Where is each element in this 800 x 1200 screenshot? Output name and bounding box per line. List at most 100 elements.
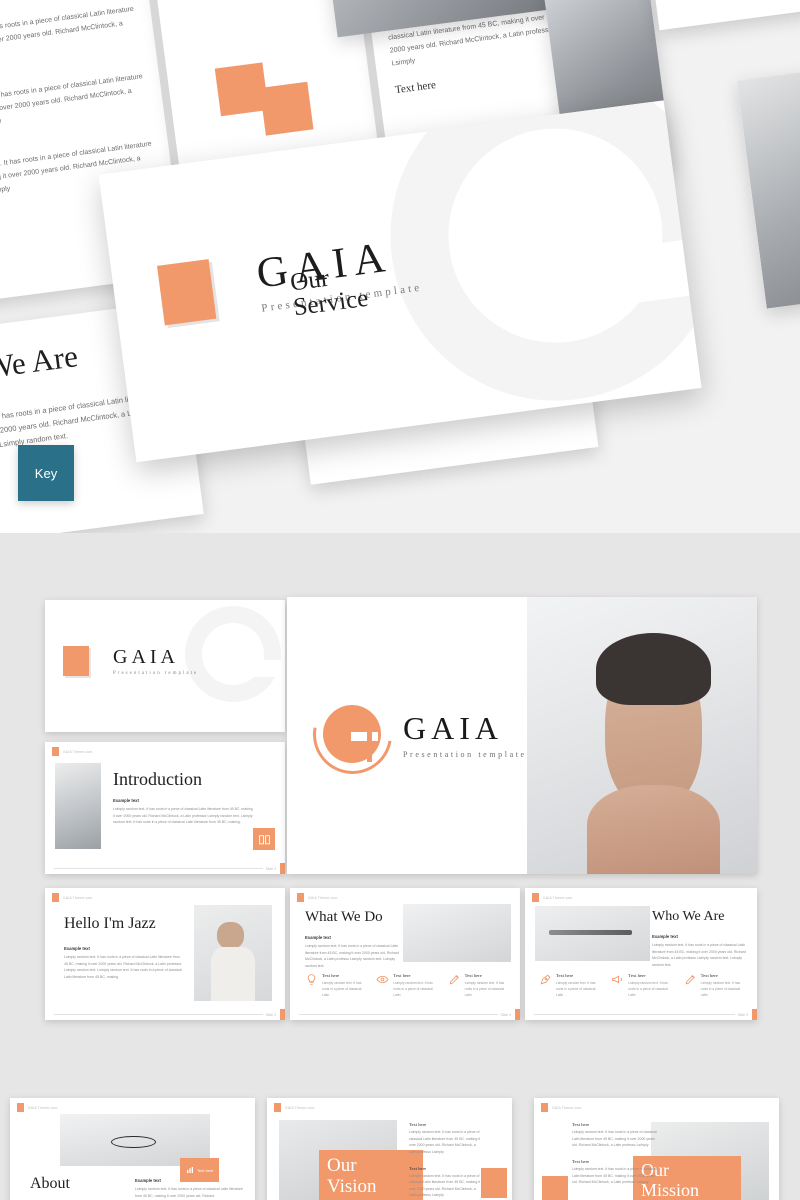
feature-heading: Text here (556, 972, 574, 978)
gallery-slide-our-mission[interactable]: GAIA Theme.com Our Mission Text here Lsi… (534, 1098, 779, 1200)
gallery-slide-introduction[interactable]: GAIA Theme.com Introduction Example text… (45, 742, 285, 874)
gallery-slide-hello-jazz[interactable]: GAIA Theme.com Hello I'm Jazz Example te… (45, 888, 285, 1020)
slide-header: GAIA Theme.com (525, 888, 757, 902)
block-body: Lsimply random text. It has roots in a p… (409, 1130, 480, 1154)
pen-nib-icon (539, 973, 552, 986)
accent-square (274, 1103, 281, 1112)
slide-eyebrow: Example text (652, 934, 678, 939)
slide-header: GAIA Theme.com (534, 1098, 779, 1112)
laptop-photo (403, 904, 511, 962)
feature-body: Lsimply random text. It has roots in a p… (628, 980, 668, 997)
key-badge-label: Key (34, 465, 58, 481)
gallery-slide-who-we-are[interactable]: GAIA Theme.com Who We Are Example text L… (525, 888, 757, 1020)
slide-header: GAIA Theme.com (45, 888, 285, 902)
eye-icon (376, 973, 389, 986)
gallery-slide-cover[interactable]: GAIA Presentation template (45, 600, 285, 732)
slide-header: GAIA Theme.com (45, 742, 285, 756)
block-body: Lsimply random text. It has roots in a p… (572, 1166, 657, 1185)
gaia-logo-mark (297, 679, 407, 789)
pencil-icon (684, 973, 697, 986)
accent-square (156, 258, 217, 325)
feature-heading: Text here (628, 972, 646, 978)
hero-slide-profile[interactable]: Our Example text Lsimply random text. It… (736, 49, 800, 309)
slide-number: Slide 5 (737, 1012, 748, 1017)
slide-body: Lsimply random text. It has roots in a p… (113, 807, 253, 825)
block-heading: Text here (572, 1158, 590, 1164)
accent-square (297, 893, 304, 902)
slide-body: Lsimply random text. It has roots in a p… (64, 955, 182, 979)
text-block: Text here Lsimply random text. It has ro… (572, 1122, 660, 1149)
slide-gallery: GAIA Presentation template GAIA Theme.co… (0, 533, 800, 1200)
slide-eyebrow: Example text (113, 798, 139, 803)
site-label: GAIA Theme.com (552, 1105, 582, 1110)
footer-tab (752, 1009, 757, 1020)
slide-header: GAIA Theme.com (10, 1098, 255, 1112)
logo-stem (366, 731, 372, 762)
slide-header: GAIA Theme.com (267, 1098, 512, 1112)
accent-square (532, 893, 539, 902)
feature-body: Lsimply random text. It has roots in a p… (464, 980, 505, 997)
feature-body: Lsimply random text. It has roots in a p… (322, 980, 362, 997)
footer-tab (280, 1009, 285, 1020)
footer-tab (280, 863, 285, 874)
slide-title: About (30, 1175, 70, 1192)
profile-photo (736, 62, 800, 309)
block-heading: Text here (409, 1122, 427, 1127)
cover-title: GAIA (113, 646, 179, 668)
site-label: GAIA Theme.com (28, 1105, 58, 1110)
logo-notch (350, 731, 378, 741)
slide-footer: Slide 4 (290, 1009, 520, 1020)
slide-eyebrow: Example text (305, 935, 331, 940)
footer-rule (534, 1014, 735, 1015)
gallery-slide-our-vision[interactable]: GAIA Theme.com Our Vision Text here Lsim… (267, 1098, 512, 1200)
footer-rule (54, 1014, 263, 1015)
feature-item: Text here Lsimply random text. It has ro… (684, 973, 747, 998)
text-block: Text here Lsimply random text. It has ro… (409, 1166, 480, 1200)
slide-title: Introduction (113, 769, 202, 789)
slide-number: Slide 3 (265, 1012, 276, 1017)
feature-item: Text here Lsimply random text. It has ro… (376, 973, 438, 998)
accent-square (63, 646, 89, 676)
feature-body: Lsimply random text. It has roots in a p… (556, 980, 596, 997)
slide-footer: Slide 2 (45, 863, 285, 874)
block-heading: Text here (572, 1122, 590, 1127)
feature-title: GAIA (403, 709, 503, 746)
hero-slide-skills[interactable]: Text here Lsimply random text. It has ro… (628, 0, 800, 31)
block-body: Lsimply random text. It has roots in a p… (572, 1130, 657, 1148)
slide-number: Slide 2 (265, 866, 276, 871)
site-label: GAIA Theme.com (308, 895, 338, 900)
block-heading: Text here (409, 1165, 427, 1171)
footer-tab (515, 1009, 520, 1020)
book-icon (253, 828, 275, 850)
footer-rule (299, 1014, 498, 1015)
slide-footer: Slide 3 (45, 1009, 285, 1020)
gallery-slide-feature-main[interactable]: GAIA Presentation template (287, 597, 757, 874)
text-block: Text here Lsimply random text. It has ro… (409, 1122, 480, 1156)
megaphone-icon (611, 973, 624, 986)
feature-subtitle: Presentation template (403, 749, 527, 759)
key-badge[interactable]: Key (18, 445, 74, 501)
slide-title: Hello I'm Jazz (64, 915, 156, 932)
feature-body: Lsimply random text. It has roots in a p… (393, 980, 433, 997)
feature-item: Text here Lsimply random text. It has ro… (305, 973, 367, 998)
slide-body: Lsimply random text. It has roots in a p… (305, 944, 399, 968)
orange-square (259, 81, 314, 136)
site-label: GAIA Theme.com (543, 895, 573, 900)
slide-eyebrow: Example text (135, 1178, 161, 1183)
bar-chart-icon (186, 1161, 194, 1179)
pencil-icon (448, 973, 461, 986)
accent-square (481, 1168, 507, 1198)
hero-collage: Text here Lsimply random text. It has ro… (0, 0, 800, 533)
gallery-slide-what-we-do[interactable]: GAIA Theme.com What We Do Example text L… (290, 888, 520, 1020)
slide-body: Lsimply random text. It has roots in a p… (652, 943, 746, 967)
about-badge-label: Text here (197, 1167, 214, 1173)
gallery-slide-about[interactable]: GAIA Theme.com Text here About Example t… (10, 1098, 255, 1200)
slide-number: Slide 4 (500, 1012, 511, 1017)
slide-body: Lsimply random text. It has roots in a p… (135, 1187, 243, 1198)
slide-footer: Slide 5 (525, 1009, 757, 1020)
accent-square (541, 1103, 548, 1112)
vision-title-box: Our Vision (319, 1150, 423, 1200)
feature-item: Text here Lsimply random text. It has ro… (611, 973, 674, 998)
lightbulb-icon (305, 973, 318, 986)
accent-square (542, 1176, 568, 1200)
